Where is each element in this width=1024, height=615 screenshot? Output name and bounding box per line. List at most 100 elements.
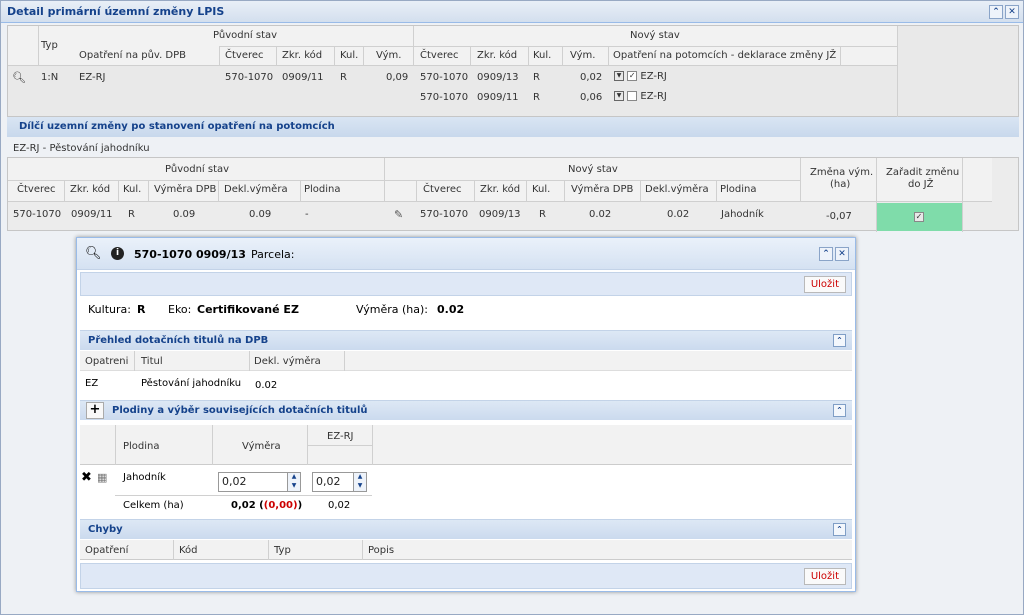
sub-row-vymdpb-new: 0.02 xyxy=(589,209,612,220)
vymera-value: 0.02 xyxy=(437,303,465,316)
ezrj-spinner-value: 0,02 xyxy=(316,475,341,488)
sub-header-dekl-new: Dekl.výměra xyxy=(645,184,709,195)
delete-icon[interactable]: ✖ xyxy=(81,470,92,485)
child-1-vym: 0,02 xyxy=(580,72,603,83)
header-ctverec-new: Čtverec xyxy=(420,50,459,61)
spinner-down-icon[interactable]: ▼ xyxy=(353,482,366,491)
magnifier-icon[interactable]: 🔍︎ xyxy=(12,71,26,84)
collapse-section-icon[interactable]: ⌃ xyxy=(833,404,846,417)
vymera-label: Výměra (ha): xyxy=(356,303,428,316)
row-vym: 0,09 xyxy=(386,72,409,83)
child-1-ctverec: 570-1070 xyxy=(420,72,469,83)
sub-header-ctverec-new: Čtverec xyxy=(423,184,462,195)
child-1-checkbox[interactable]: ✓ xyxy=(627,71,638,81)
sub-row-vymdpb: 0.09 xyxy=(173,209,196,220)
row-measure: EZ-RJ xyxy=(79,72,106,83)
sub-row-plodina-new: Jahodník xyxy=(721,209,764,220)
sub-header-group-original: Původní stav xyxy=(165,164,230,175)
assign-checkbox[interactable]: ✓ xyxy=(914,212,924,222)
header-measure: Opatření na pův. DPB xyxy=(79,50,187,61)
t2-row-plodina: Jahodník xyxy=(123,472,166,483)
header-zkr: Zkr. kód xyxy=(282,50,323,61)
section-errors: Chyby ⌃ xyxy=(80,519,852,539)
eko-value: Certifikované EZ xyxy=(197,303,299,316)
sub-row-plodina: - xyxy=(305,209,309,220)
header-group-original: Původní stav xyxy=(213,30,278,41)
close-window-icon[interactable]: ✕ xyxy=(1005,5,1019,19)
dialog-title-bar: 🔍︎ i 570-1070 0909/13 Parcela: ⌃ ✕ xyxy=(77,238,855,270)
sub-header-zkr-new: Zkr. kód xyxy=(480,184,521,195)
sub-row-zkr: 0909/11 xyxy=(71,209,113,220)
total-label: Celkem (ha) xyxy=(123,500,184,511)
sub-row-dekl: 0.09 xyxy=(249,209,272,220)
collapse-section-icon[interactable]: ⌃ xyxy=(833,334,846,347)
sub-header-ctverec: Čtverec xyxy=(17,184,56,195)
sub-header-plodina-new: Plodina xyxy=(720,184,757,195)
window-title: Detail primární územní změny LPIS xyxy=(7,5,225,18)
parcela-label: Parcela: xyxy=(251,248,295,261)
child-2-zkr: 0909/11 xyxy=(477,92,519,103)
sub-row-dekl-new: 0.02 xyxy=(667,209,690,220)
parcel-dialog: 🔍︎ i 570-1070 0909/13 Parcela: ⌃ ✕ Uloži… xyxy=(76,237,856,592)
spinner-up-icon[interactable]: ▲ xyxy=(353,473,366,482)
child-1-measure: ▼ ✓ EZ-RJ xyxy=(614,71,667,82)
dialog-title: 570-1070 0909/13 xyxy=(134,248,246,261)
t2-header-ezrj: EZ-RJ xyxy=(327,431,354,442)
info-icon[interactable]: i xyxy=(111,247,124,260)
t3-header-opatreni: Opatření xyxy=(85,545,129,556)
child-2-vym: 0,06 xyxy=(580,92,603,103)
row-kul: R xyxy=(340,72,347,83)
t1-header-opatreni: Opatreni xyxy=(85,356,129,367)
spinner-up-icon[interactable]: ▲ xyxy=(287,473,300,482)
dropdown-icon[interactable]: ▼ xyxy=(614,71,624,81)
dropdown-icon[interactable]: ▼ xyxy=(614,91,624,101)
header-typ: Typ xyxy=(41,40,58,51)
t2-header xyxy=(80,425,852,465)
t3-header-kod: Kód xyxy=(179,545,198,556)
t2-header-vymera: Výměra xyxy=(242,441,281,452)
add-crop-button[interactable]: + xyxy=(86,402,104,419)
sub-header-vymdpb-new: Výměra DPB xyxy=(571,184,634,195)
dialog-footer: Uložit xyxy=(80,563,852,589)
assign-cell: ✓ xyxy=(877,203,962,231)
sub-header-kul: Kul. xyxy=(123,184,142,195)
calendar-icon[interactable]: ▦ xyxy=(97,471,107,484)
section-subsidy-titles-label: Přehled dotačních titulů na DPB xyxy=(88,335,269,346)
edit-pencil-icon[interactable]: ✎ xyxy=(394,208,403,221)
t1-row-titul: Pěstování jahodníku xyxy=(141,378,242,389)
close-dialog-icon[interactable]: ✕ xyxy=(835,247,849,261)
ezrj-spinner[interactable]: 0,02 ▲ ▼ xyxy=(312,472,367,492)
sub-header-assign-2: do JŽ xyxy=(908,179,934,190)
child-2-measure: ▼ EZ-RJ xyxy=(614,91,667,102)
total-value: 0,02 xyxy=(231,500,256,511)
sub-changes-band: Dílčí uzemní změny po stanovení opatření… xyxy=(7,117,1019,137)
sub-header-vymdpb: Výměra DPB xyxy=(154,184,217,195)
child-2-kul: R xyxy=(533,92,540,103)
vymera-spinner[interactable]: 0,02 ▲ ▼ xyxy=(218,472,301,492)
save-button-footer[interactable]: Uložit xyxy=(803,568,846,585)
total-diff: ((0,00)) xyxy=(259,500,303,511)
kultura-value: R xyxy=(137,303,146,316)
t3-header-popis: Popis xyxy=(368,545,395,556)
collapse-dialog-icon[interactable]: ⌃ xyxy=(819,247,833,261)
sub-change-grid: Původní stav Nový stav Změna vým. (ha) Z… xyxy=(7,157,1019,232)
vymera-spinner-value: 0,02 xyxy=(222,475,247,488)
eko-label: Eko: xyxy=(168,303,192,316)
row-typ: 1:N xyxy=(41,72,59,83)
child-2-checkbox[interactable] xyxy=(627,91,638,101)
child-1-zkr: 0909/13 xyxy=(477,72,519,83)
sub-row-kul-new: R xyxy=(539,209,546,220)
header-vym: Vým. xyxy=(376,50,402,61)
kultura-label: Kultura: xyxy=(88,303,131,316)
sub-header-group-new: Nový stav xyxy=(568,164,618,175)
collapse-section-icon[interactable]: ⌃ xyxy=(833,523,846,536)
search-icon[interactable]: 🔍︎ xyxy=(85,246,102,261)
spinner-down-icon[interactable]: ▼ xyxy=(287,482,300,491)
sub-row-ctverec: 570-1070 xyxy=(13,209,62,220)
save-button[interactable]: Uložit xyxy=(803,276,846,293)
sub-header-change-2: (ha) xyxy=(830,179,851,190)
sub-header-kul-new: Kul. xyxy=(532,184,551,195)
t1-row-dekl: 0.02 xyxy=(255,380,278,391)
sub-title: EZ-RJ - Pěstování jahodníku xyxy=(13,143,150,154)
collapse-window-icon[interactable]: ⌃ xyxy=(989,5,1003,19)
